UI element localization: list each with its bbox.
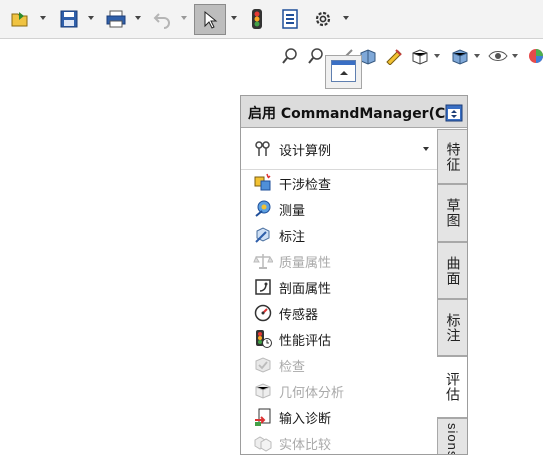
menu-item-markup[interactable]: 标注 — [241, 222, 437, 248]
menu-item-import-diagnostics[interactable]: 输入诊断 — [241, 404, 437, 430]
menu-item-label: 输入诊断 — [279, 411, 332, 427]
file-properties-icon[interactable] — [278, 7, 302, 31]
measure-icon — [253, 199, 273, 219]
menu-item-sensor[interactable]: 传感器 — [241, 300, 437, 326]
check-icon — [253, 355, 273, 375]
window-icon — [331, 60, 356, 82]
import-diagnostics-icon — [253, 407, 273, 427]
tab-label: 标注 — [444, 312, 461, 343]
menu-item-interference-check[interactable]: 干涉检查 — [241, 170, 437, 196]
tab-dimxpert-partial[interactable]: sions — [437, 418, 467, 455]
menu-item-label: 干涉检查 — [279, 177, 332, 193]
performance-evaluation-icon — [253, 329, 273, 349]
menu-item-label: 测量 — [279, 203, 306, 219]
tab-label: sions — [445, 422, 460, 455]
menu-item-mass-properties[interactable]: 质量属性 — [241, 248, 437, 274]
interference-check-icon — [253, 173, 273, 193]
command-list: 设计算例 干涉检查 测量 标注 质量属性 剖面属性 传感器 性能评估 检查 几何… — [241, 129, 437, 454]
menu-item-design-study[interactable]: 设计算例 — [241, 129, 437, 170]
panel-header: 启用 CommandManager(C) — [241, 96, 467, 128]
edit-appearance-icon[interactable] — [526, 46, 543, 66]
select-dropdown-caret[interactable] — [231, 16, 237, 20]
print-icon[interactable] — [104, 7, 128, 31]
view-orientation-icon[interactable] — [410, 46, 430, 66]
menu-item-performance-evaluation[interactable]: 性能评估 — [241, 326, 437, 352]
zoom-area-icon[interactable] — [306, 46, 326, 66]
commandmanager-vertical-tabs: 特征 草图 曲面 标注 评估 sions — [437, 129, 467, 455]
display-style-caret[interactable] — [474, 54, 480, 58]
menu-item-measure[interactable]: 测量 — [241, 196, 437, 222]
menu-item-label: 传感器 — [279, 307, 319, 323]
tab-label: 评估 — [444, 372, 460, 402]
open-dropdown-caret[interactable] — [40, 16, 46, 20]
menu-item-label: 质量属性 — [279, 255, 332, 271]
tab-features[interactable]: 特征 — [437, 129, 467, 184]
undo-dropdown-caret[interactable] — [181, 16, 187, 20]
gear-icon[interactable] — [311, 7, 335, 31]
menu-item-label: 性能评估 — [279, 333, 332, 349]
tab-label: 草图 — [444, 198, 461, 228]
tab-label: 特征 — [444, 141, 461, 172]
hide-show-caret[interactable] — [512, 54, 518, 58]
menu-item-label: 剖面属性 — [279, 281, 332, 297]
select-arrow-icon[interactable] — [194, 4, 226, 35]
menu-item-label: 几何体分析 — [279, 385, 345, 401]
menu-item-compare-bodies[interactable]: 实体比较 — [241, 430, 437, 454]
mass-properties-icon — [253, 251, 273, 271]
panel-title[interactable]: 启用 CommandManager(C) — [248, 103, 452, 123]
design-study-icon — [253, 139, 273, 159]
save-icon[interactable] — [57, 7, 81, 31]
open-file-icon[interactable] — [8, 7, 32, 31]
display-style-icon[interactable] — [450, 46, 470, 66]
view-orientation-caret[interactable] — [434, 54, 440, 58]
menu-item-label: 检查 — [279, 359, 306, 375]
tab-sketch[interactable]: 草图 — [437, 184, 467, 242]
tab-evaluate[interactable]: 评估 — [437, 356, 467, 418]
commandmanager-panel: 启用 CommandManager(C) 设计算例 干涉检查 测量 标注 质量属… — [240, 95, 468, 455]
zoom-to-fit-icon[interactable] — [280, 46, 300, 66]
main-toolbar — [0, 0, 543, 39]
tab-markup[interactable]: 标注 — [437, 299, 467, 356]
compare-bodies-icon — [253, 433, 273, 453]
markup-icon — [253, 225, 273, 245]
print-dropdown-caret[interactable] — [135, 16, 141, 20]
menu-item-label: 设计算例 — [279, 143, 332, 159]
geometry-analysis-icon — [253, 381, 273, 401]
view-dynamic-annotation-icon[interactable] — [384, 46, 404, 66]
sensor-icon — [253, 303, 273, 323]
menu-item-check[interactable]: 检查 — [241, 352, 437, 378]
commandmanager-tab-toggle[interactable] — [325, 55, 362, 89]
pin-icon[interactable] — [445, 104, 463, 122]
heads-up-view-toolbar — [270, 40, 543, 70]
chevron-down-icon[interactable] — [423, 147, 429, 151]
hide-show-items-icon[interactable] — [488, 46, 508, 66]
options-dropdown-caret[interactable] — [343, 16, 349, 20]
menu-item-geometry-analysis[interactable]: 几何体分析 — [241, 378, 437, 404]
menu-item-section-properties[interactable]: 剖面属性 — [241, 274, 437, 300]
tab-surfaces[interactable]: 曲面 — [437, 242, 467, 299]
tab-label: 曲面 — [444, 255, 461, 286]
section-properties-icon — [253, 277, 273, 297]
menu-item-label: 标注 — [279, 229, 306, 245]
save-dropdown-caret[interactable] — [88, 16, 94, 20]
undo-icon[interactable] — [151, 7, 175, 31]
traffic-light-icon[interactable] — [245, 7, 269, 31]
menu-item-label: 实体比较 — [279, 437, 332, 453]
